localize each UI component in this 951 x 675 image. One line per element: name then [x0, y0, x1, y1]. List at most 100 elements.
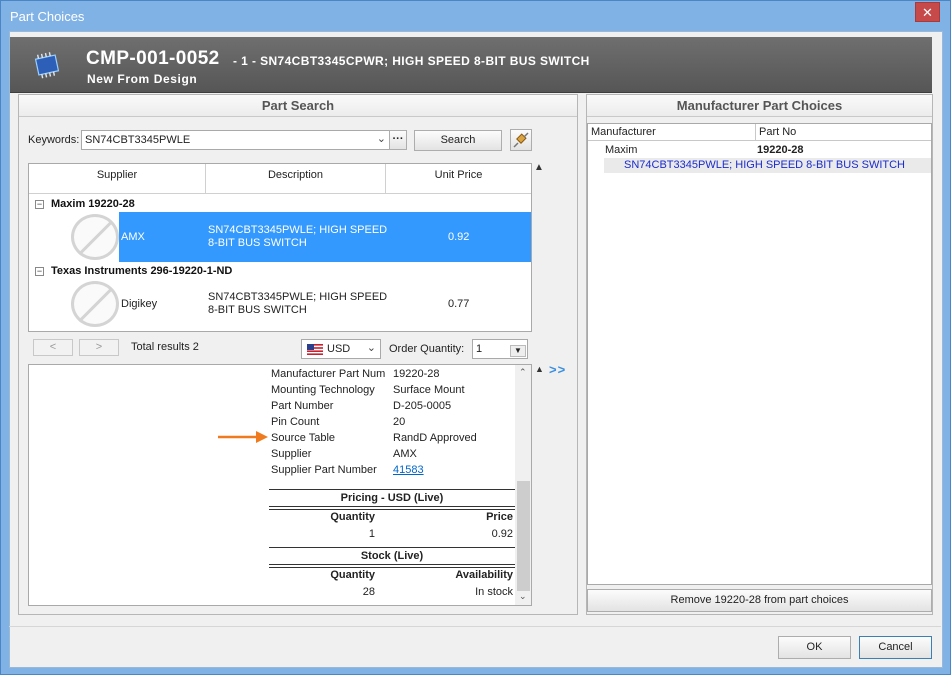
property-value: Surface Mount: [393, 384, 465, 396]
part-details-panel: Manufacturer Part Num 19220-28 Mounting Te…: [28, 364, 532, 606]
chip-icon: [34, 52, 60, 79]
stock-qty-header: Quantity: [330, 569, 375, 581]
row-description-line2: 8-BIT BUS SWITCH: [208, 304, 307, 316]
scroll-up-icon[interactable]: ▲: [534, 162, 544, 173]
mpc-col-manufacturer[interactable]: Manufacturer: [588, 124, 756, 141]
row-supplier: AMX: [121, 231, 145, 243]
table-row[interactable]: Digikey SN74CBT3345PWLE; HIGH SPEED 8-BI…: [119, 279, 531, 329]
next-page-button[interactable]: >: [79, 339, 119, 356]
property-name: Manufacturer Part Num: [271, 368, 386, 380]
property-value: AMX: [393, 448, 417, 460]
row-description-line1: SN74CBT3345PWLE; HIGH SPEED: [208, 224, 388, 236]
mpc-title: Manufacturer Part Choices: [587, 95, 932, 117]
component-subtitle: New From Design: [87, 72, 198, 86]
us-flag-icon: [307, 344, 323, 355]
quantity-dropdown-button[interactable]: ▼: [510, 345, 526, 357]
supplier-part-number-link[interactable]: 41583: [393, 464, 424, 476]
keywords-value[interactable]: SN74CBT3345PWLE: [85, 134, 190, 146]
pricing-title: Pricing - USD (Live): [269, 489, 515, 507]
group-collapse-toggle[interactable]: −: [35, 200, 44, 209]
keywords-label: Keywords:: [28, 134, 80, 146]
chevron-down-icon[interactable]: ⌄: [367, 341, 376, 354]
remove-part-choice-button[interactable]: Remove 19220-28 from part choices: [587, 589, 932, 612]
callout-arrow-icon: [218, 431, 268, 443]
total-results: Total results 2: [131, 341, 199, 353]
stock-avail-header: Availability: [455, 569, 513, 581]
more-options-label: ···: [392, 133, 404, 145]
property-name: Part Number: [271, 400, 334, 412]
row-description-line2: 8-BIT BUS SWITCH: [208, 237, 307, 249]
mpc-manufacturer[interactable]: Maxim: [605, 144, 637, 157]
order-quantity-label: Order Quantity:: [389, 343, 465, 355]
ok-button-label: OK: [806, 641, 823, 653]
title-bar[interactable]: Part Choices ✕: [1, 1, 950, 31]
stock-header-row: Quantity Availability: [269, 567, 515, 581]
close-button[interactable]: ✕: [915, 2, 940, 22]
search-button-label: Search: [440, 134, 476, 146]
part-search-title: Part Search: [19, 95, 577, 117]
order-quantity-input[interactable]: 1 ▼: [472, 339, 528, 359]
row-price: 0.92: [448, 231, 470, 243]
col-header-description[interactable]: Description: [206, 164, 386, 194]
col-header-unit-price[interactable]: Unit Price: [386, 164, 531, 194]
pricing-price-header: Price: [486, 511, 513, 523]
property-name: Supplier: [271, 448, 312, 460]
stock-availability: In stock: [475, 586, 513, 598]
property-name: Pin Count: [271, 416, 320, 428]
group-collapse-toggle[interactable]: −: [35, 267, 44, 276]
scroll-down-icon[interactable]: ⌄: [519, 591, 527, 602]
stock-title: Stock (Live): [269, 547, 515, 565]
scrollbar-thumb[interactable]: [517, 481, 530, 591]
next-page-label: >: [95, 341, 103, 353]
keywords-combobox[interactable]: SN74CBT3345PWLE ⌄: [81, 130, 390, 150]
component-code: CMP-001-0052: [86, 48, 220, 69]
collapse-up-icon[interactable]: ▲: [535, 364, 544, 374]
chevron-down-icon[interactable]: ⌄: [377, 132, 386, 145]
footer-bar: [9, 626, 941, 627]
pricing-qty-header: Quantity: [330, 511, 375, 523]
more-options-button[interactable]: ···: [389, 130, 407, 150]
pricing-qty: 1: [368, 528, 375, 540]
row-price: 0.77: [448, 298, 470, 310]
pricing-price: 0.92: [491, 528, 513, 540]
mpc-list[interactable]: Manufacturer Part No Maxim 19220-28 SN74…: [587, 123, 932, 585]
mpc-description-row[interactable]: SN74CBT3345PWLE; HIGH SPEED 8-BIT BUS SW…: [604, 158, 931, 173]
order-quantity-value[interactable]: 1: [476, 343, 482, 355]
pricing-row: 1 0.92: [269, 526, 515, 544]
table-row[interactable]: AMX SN74CBT3345PWLE; HIGH SPEED 8-BIT BU…: [119, 212, 531, 262]
row-description-line1: SN74CBT3345PWLE; HIGH SPEED: [208, 291, 388, 303]
property-value: 20: [393, 416, 406, 428]
search-results-grid[interactable]: Supplier Description Unit Price − Maxim …: [28, 163, 532, 332]
property-name: Mounting Technology: [271, 384, 375, 396]
part-type-button[interactable]: [510, 129, 532, 151]
remove-part-choice-label: Remove 19220-28 from part choices: [670, 594, 849, 606]
details-scrollbar[interactable]: ⌃ ⌄: [515, 365, 531, 605]
search-button[interactable]: Search: [414, 130, 502, 151]
currency-select[interactable]: USD ⌄: [301, 339, 381, 359]
prev-page-button[interactable]: <: [33, 339, 73, 356]
no-image-icon: [71, 281, 119, 327]
property-value: 19220-28: [393, 368, 440, 380]
property-name: Source Table: [271, 432, 336, 444]
mpc-part-no[interactable]: 19220-28: [757, 144, 804, 157]
component-header: CMP-001-0052 - 1 - SN74CBT3345CPWR; HIGH…: [10, 37, 932, 93]
col-header-supplier[interactable]: Supplier: [29, 164, 206, 194]
group-header: Maxim 19220-28: [51, 198, 135, 210]
row-supplier: Digikey: [121, 298, 158, 310]
currency-value: USD: [327, 343, 351, 355]
mpc-description: SN74CBT3345PWLE; HIGH SPEED 8-BIT BUS SW…: [624, 159, 905, 171]
resistor-icon: [513, 132, 529, 148]
scroll-up-icon[interactable]: ⌃: [519, 367, 527, 378]
ok-button[interactable]: OK: [778, 636, 851, 659]
property-name: Supplier Part Number: [271, 464, 377, 476]
cancel-button[interactable]: Cancel: [859, 636, 932, 659]
mpc-col-part-no[interactable]: Part No: [756, 124, 931, 141]
property-value: RandD Approved: [393, 432, 477, 444]
window-title: Part Choices: [10, 9, 85, 24]
property-value: D-205-0005: [393, 400, 452, 412]
expand-panel-button[interactable]: >>: [549, 362, 566, 377]
cancel-button-label: Cancel: [878, 641, 913, 653]
no-image-icon: [71, 214, 119, 260]
prev-page-label: <: [49, 341, 57, 353]
component-description: - 1 - SN74CBT3345CPWR; HIGH SPEED 8-BIT …: [233, 54, 590, 68]
